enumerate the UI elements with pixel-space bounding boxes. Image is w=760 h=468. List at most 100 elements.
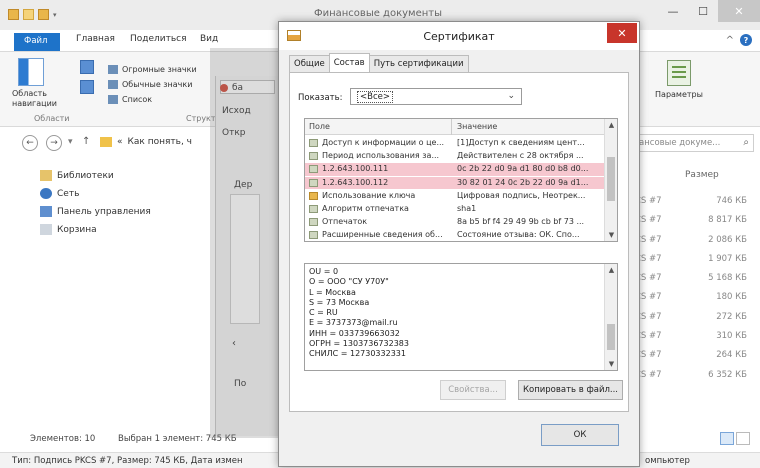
- list-item[interactable]: Отпечаток 8a b5 bf f4 29 49 9b cb bf 73 .…: [305, 216, 605, 229]
- file-size: 8 817 КБ: [708, 215, 747, 226]
- nav-pane-button[interactable]: Область навигации: [12, 58, 57, 109]
- table-row[interactable]: CS #7 180 КБ: [635, 289, 755, 308]
- table-row[interactable]: CS #7 1 907 КБ: [635, 251, 755, 270]
- control-panel-icon: [40, 206, 52, 217]
- tab-share[interactable]: Поделиться: [130, 34, 187, 44]
- ribbon-help: ^ ?: [726, 34, 752, 46]
- ok-button[interactable]: ОК: [541, 424, 619, 446]
- tab-details[interactable]: Состав: [328, 53, 370, 72]
- table-row[interactable]: CS #7 264 КБ: [635, 347, 755, 366]
- table-row[interactable]: CS #7 8 817 КБ: [635, 212, 755, 231]
- table-row[interactable]: CS #7 310 КБ: [635, 328, 755, 347]
- column-divider[interactable]: [451, 119, 452, 135]
- list-item[interactable]: Использование ключа Цифровая подпись, Нео…: [305, 190, 605, 203]
- field-name: 1.2.643.100.111: [322, 164, 389, 174]
- column-header-size[interactable]: Размер: [685, 170, 719, 180]
- detail-scrollbar[interactable]: ▲ ▼: [604, 264, 617, 370]
- properties-icon[interactable]: [23, 9, 34, 20]
- details-view-icon[interactable]: [720, 432, 734, 445]
- detail-line: ИНН = 033739663032: [309, 328, 400, 338]
- detail-text: OU = 0O = ООО "СУ У70У" L = Москва S = 73 …: [309, 267, 599, 360]
- table-row[interactable]: CS #7 746 КБ: [635, 193, 755, 212]
- large-icons-view-icon[interactable]: [736, 432, 750, 445]
- fields-header: Поле Значение: [305, 119, 605, 135]
- nav-item-network[interactable]: Сеть: [40, 188, 79, 199]
- field-value: Состояние отзыва: ОК. Спо...: [457, 230, 580, 240]
- file-size: 272 КБ: [716, 311, 747, 322]
- properties-button[interactable]: Свойства...: [440, 380, 506, 400]
- detail-line: S = 73 Москва: [309, 297, 370, 307]
- list-item[interactable]: Доступ к информации о це... [1]Доступ к с…: [305, 137, 605, 150]
- extension-icon: [309, 139, 318, 147]
- dialog-close-button[interactable]: ✕: [607, 23, 637, 43]
- column-header-field[interactable]: Поле: [309, 122, 330, 131]
- dialog-title: Сертификат: [423, 30, 495, 43]
- tab-certification-path[interactable]: Путь сертификации: [368, 55, 469, 72]
- layout-item[interactable]: Список: [108, 92, 197, 107]
- table-row[interactable]: CS #7 6 352 КБ: [635, 367, 755, 386]
- chevron-down-icon[interactable]: ▾: [53, 11, 61, 19]
- nav-pane-icon: [18, 58, 44, 86]
- scroll-up-icon[interactable]: ▲: [605, 264, 617, 276]
- list-item[interactable]: Расширенные сведения об... Состояние отзы…: [305, 229, 605, 241]
- column-header-value[interactable]: Значение: [457, 122, 497, 131]
- options-icon: [667, 60, 691, 86]
- help-icon[interactable]: ?: [740, 34, 752, 46]
- table-row[interactable]: CS #7 5 168 КБ: [635, 270, 755, 289]
- status-item-count: Элементов: 10: [30, 434, 96, 444]
- tab-view[interactable]: Вид: [200, 34, 218, 44]
- file-size: 1 907 КБ: [708, 253, 747, 264]
- layout-item[interactable]: Обычные значки: [108, 77, 197, 92]
- list-item[interactable]: Алгоритм отпечатка sha1: [305, 203, 605, 216]
- list-item[interactable]: Период использования за... Действителен с…: [305, 150, 605, 163]
- table-row[interactable]: CS #7 2 086 КБ: [635, 232, 755, 251]
- nav-item-control-panel[interactable]: Панель управления: [40, 206, 151, 217]
- nav-item-libraries[interactable]: Библиотеки: [40, 170, 114, 181]
- field-name: Период использования за...: [322, 151, 440, 161]
- search-input[interactable]: ансовые докуме... ⌕: [634, 134, 754, 152]
- file-size: 180 КБ: [716, 292, 747, 303]
- tab-file[interactable]: Файл: [14, 33, 60, 51]
- layout-item[interactable]: Огромные значки: [108, 62, 197, 77]
- nav-item-recycle-bin[interactable]: Корзина: [40, 224, 97, 235]
- preview-pane-icon[interactable]: [80, 60, 94, 74]
- scroll-down-icon[interactable]: ▼: [605, 358, 617, 370]
- file-size: 310 КБ: [716, 331, 747, 342]
- scroll-down-icon[interactable]: ▼: [605, 229, 617, 241]
- copy-to-file-button[interactable]: Копировать в файл...: [518, 380, 623, 400]
- extension-icon: [309, 178, 318, 187]
- expand-ribbon-icon[interactable]: ^: [726, 35, 734, 46]
- minimize-button[interactable]: —: [658, 0, 688, 22]
- search-icon: ⌕: [743, 137, 749, 148]
- details-pane-icon[interactable]: [80, 80, 94, 94]
- folder-icon[interactable]: [8, 9, 19, 20]
- options-button[interactable]: Параметры: [651, 60, 707, 99]
- list-item[interactable]: 1.2.643.100.111 0c 2b 22 d0 9a d1 80 d0 b…: [305, 163, 605, 176]
- tab-general[interactable]: Общие: [289, 55, 330, 72]
- maximize-button[interactable]: ☐: [688, 0, 718, 22]
- dialog-tabs: Общие Состав Путь сертификации: [289, 53, 469, 73]
- back-button[interactable]: ←: [22, 135, 38, 151]
- fields-scrollbar[interactable]: ▲ ▼: [604, 119, 617, 241]
- list-item[interactable]: 1.2.643.100.112 30 82 01 24 0c 2b 22 d0 9…: [305, 176, 605, 190]
- key-icon: [309, 191, 318, 200]
- scroll-up-icon[interactable]: ▲: [605, 119, 617, 131]
- layout-list: Огромные значки Обычные значки Список: [108, 62, 197, 107]
- table-row[interactable]: CS #7 272 КБ: [635, 309, 755, 328]
- address-path[interactable]: « Как понять, ч: [100, 137, 192, 147]
- tab-home[interactable]: Главная: [76, 34, 115, 44]
- scroll-thumb[interactable]: [607, 324, 615, 350]
- field-detail-box[interactable]: OU = 0O = ООО "СУ У70У" L = Москва S = 73 …: [304, 263, 618, 371]
- field-value: [1]Доступ к сведениям цент...: [457, 138, 585, 147]
- history-dropdown-icon[interactable]: ▾: [68, 137, 73, 147]
- detail-line: E = 3737373@mail.ru: [309, 318, 398, 328]
- close-button[interactable]: ✕: [718, 0, 760, 22]
- new-folder-icon[interactable]: [38, 9, 49, 20]
- forward-button[interactable]: →: [46, 135, 62, 151]
- file-size: 6 352 КБ: [708, 369, 747, 380]
- show-label: Показать:: [298, 93, 343, 103]
- scroll-thumb[interactable]: [607, 157, 615, 201]
- up-arrow-icon[interactable]: ↑: [82, 136, 90, 147]
- field-value: 8a b5 bf f4 29 49 9b cb bf 73 ...: [457, 217, 585, 227]
- show-select[interactable]: <Все> ⌄: [350, 88, 522, 105]
